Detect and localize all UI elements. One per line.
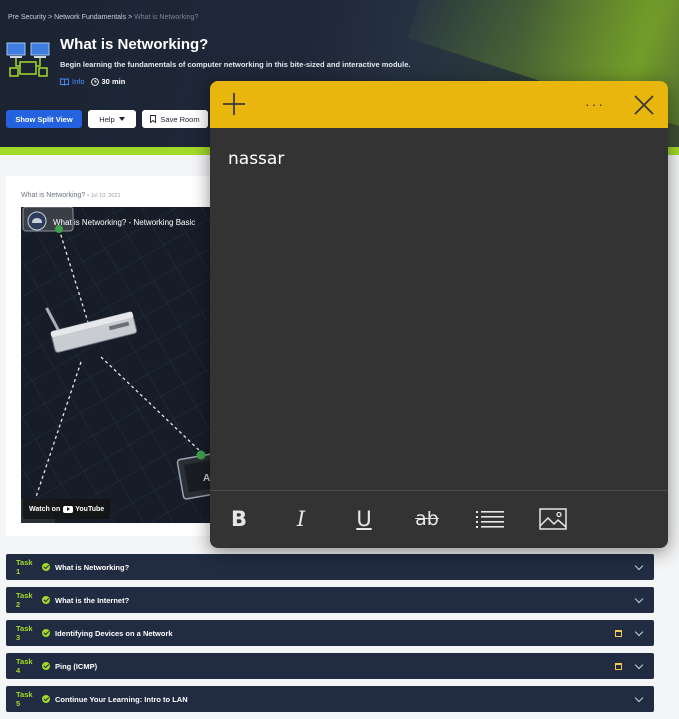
help-button[interactable]: Help xyxy=(88,110,136,128)
check-circle-icon xyxy=(42,662,50,670)
sticky-note-text[interactable]: nassar xyxy=(228,149,284,169)
bookmark-icon xyxy=(150,115,157,123)
italic-button[interactable]: I xyxy=(286,505,316,533)
save-room-label: Save Room xyxy=(160,114,200,124)
video-title[interactable]: What is Networking? - Networking Basic xyxy=(53,218,195,227)
room-duration: 30 min xyxy=(90,77,126,86)
breadcrumb-item-network-fundamentals[interactable]: Network Fundamentals xyxy=(54,14,126,21)
task-name: Identifying Devices on a Network xyxy=(55,628,173,638)
youtube-logo: YouTube xyxy=(63,505,105,513)
task-name: Ping (ICMP) xyxy=(55,661,98,671)
video-caption-title: What is Networking? xyxy=(21,192,86,199)
task-name: What is Networking? xyxy=(55,562,130,572)
clock-icon xyxy=(90,77,99,86)
breadcrumb-separator: > xyxy=(128,14,133,21)
chevron-down-icon[interactable] xyxy=(634,627,644,636)
breadcrumb-item-current: What is Networking? xyxy=(134,14,199,21)
task-number: Task 1 xyxy=(16,558,33,576)
underline-button[interactable]: U xyxy=(349,505,379,533)
task-row[interactable]: Task 1 What is Networking? xyxy=(6,554,654,580)
video-caption-date: Jul 10, 2021 xyxy=(90,193,121,199)
task-number: Task 5 xyxy=(16,690,33,708)
breadcrumb: Pre Security > Network Fundamentals > Wh… xyxy=(8,14,198,21)
show-split-view-label: Show Split View xyxy=(15,114,73,124)
strikethrough-button[interactable]: ab xyxy=(412,505,442,533)
chevron-down-icon xyxy=(118,117,125,121)
task-name: Continue Your Learning: Intro to LAN xyxy=(55,694,188,704)
page-title: What is Networking? xyxy=(60,36,209,53)
help-label: Help xyxy=(99,114,115,124)
task-row[interactable]: Task 5 Continue Your Learning: Intro to … xyxy=(6,686,654,712)
save-room-button[interactable]: Save Room xyxy=(142,110,208,128)
watch-on-youtube-button[interactable]: Watch on YouTube xyxy=(23,499,111,519)
room-info-link[interactable]: Info xyxy=(60,77,85,86)
check-circle-icon xyxy=(42,563,50,571)
sticky-note-titlebar[interactable]: ··· xyxy=(210,81,668,128)
check-circle-icon xyxy=(42,596,50,604)
image-icon xyxy=(539,508,567,530)
task-number: Task 3 xyxy=(16,624,33,642)
youtube-play-icon xyxy=(63,505,74,513)
info-book-icon xyxy=(60,78,69,86)
task-row[interactable]: Task 2 What is the Internet? xyxy=(6,587,654,613)
bold-button[interactable]: B xyxy=(224,505,254,533)
insert-image-button[interactable] xyxy=(538,505,568,533)
sticky-note-toolbar: B I U ab xyxy=(210,505,668,533)
calendar-icon xyxy=(615,629,622,637)
room-network-icon xyxy=(6,42,50,77)
room-meta: Info 30 min xyxy=(60,77,125,86)
chevron-down-icon[interactable] xyxy=(634,660,644,669)
task-row[interactable]: Task 4 Ping (ICMP) xyxy=(6,653,654,679)
chevron-down-icon[interactable] xyxy=(634,561,644,570)
sticky-note-window[interactable]: ··· nassar B I U ab xyxy=(210,81,668,548)
chevron-down-icon[interactable] xyxy=(634,693,644,702)
close-icon[interactable] xyxy=(633,94,655,116)
task-row[interactable]: Task 3 Identifying Devices on a Network xyxy=(6,620,654,646)
task-number: Task 4 xyxy=(16,657,33,675)
show-split-view-button[interactable]: Show Split View xyxy=(6,110,82,128)
breadcrumb-separator: > xyxy=(48,14,53,21)
watch-on-label: Watch on xyxy=(29,505,61,513)
task-name: What is the Internet? xyxy=(55,595,130,605)
calendar-icon xyxy=(615,662,622,670)
youtube-label: YouTube xyxy=(75,505,105,513)
room-info-label: Info xyxy=(72,77,85,86)
task-number: Task 2 xyxy=(16,591,33,609)
breadcrumb-item-pre-security[interactable]: Pre Security xyxy=(8,14,46,21)
room-subtitle: Begin learning the fundamentals of compu… xyxy=(60,60,411,69)
list-button[interactable] xyxy=(475,505,505,533)
ellipsis-icon[interactable]: ··· xyxy=(585,97,605,111)
video-caption: What is Networking? • Jul 10, 2021 xyxy=(21,192,121,199)
check-circle-icon xyxy=(42,695,50,703)
check-circle-icon xyxy=(42,629,50,637)
plus-icon[interactable] xyxy=(222,92,246,116)
chevron-down-icon[interactable] xyxy=(634,594,644,603)
sticky-note-divider xyxy=(210,490,668,491)
room-duration-label: 30 min xyxy=(101,77,126,86)
list-icon xyxy=(476,511,504,528)
